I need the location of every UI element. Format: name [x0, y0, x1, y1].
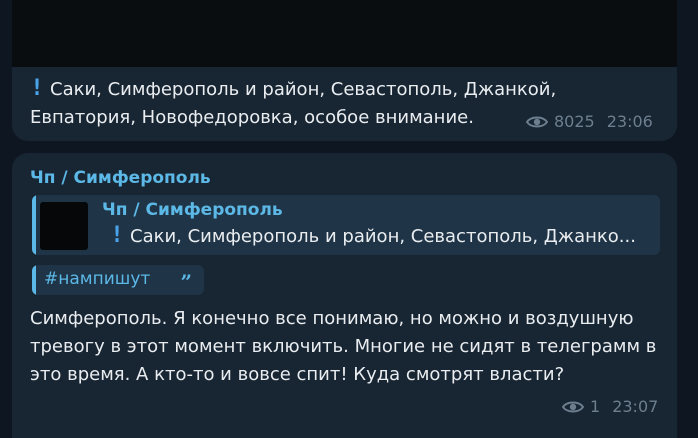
hashtag-link[interactable]: #нампишут [44, 269, 150, 289]
view-count: 8025 [554, 112, 595, 131]
view-count: 1 [590, 397, 601, 416]
channel-name[interactable]: Чп / Симферополь [30, 168, 211, 188]
message-bubble-2[interactable]: Чп / Симферополь Чп / Симферополь ! Саки,… [12, 153, 677, 438]
message-bubble-1[interactable]: ! Саки, Симферополь и район, Севастополь,… [12, 0, 677, 141]
reply-channel-name: Чп / Симферополь [102, 200, 283, 220]
timestamp: 23:06 [606, 112, 653, 131]
hashtag-quote[interactable]: #нампишут ” [32, 265, 204, 295]
quote-icon: ” [180, 270, 192, 294]
reply-preview[interactable]: Чп / Симферополь ! Саки, Симферополь и ра… [32, 195, 660, 255]
message-body: Симферополь. Я конечно все понимаю, но м… [30, 308, 657, 385]
reply-accent-bar [32, 195, 36, 255]
eye-icon [562, 401, 584, 412]
timestamp: 23:07 [612, 397, 659, 416]
reply-thumbnail [40, 202, 88, 250]
quote-accent-bar [32, 265, 36, 295]
message-text-line-1: ! Саки, Симферополь и район, Севастополь,… [32, 76, 557, 101]
eye-icon [526, 116, 548, 127]
exclamation-icon: ! [112, 223, 122, 248]
exclamation-icon: ! [32, 76, 42, 101]
message-meta-2: 1 23:07 [562, 397, 658, 416]
reply-text: ! Саки, Симферополь и район, Севастополь,… [112, 223, 636, 248]
message-meta-1: 8025 23:06 [526, 112, 653, 131]
media-preview[interactable] [12, 0, 677, 67]
message-text-line-2: Евпатория, Новофедоровка, особое внимани… [30, 107, 474, 128]
